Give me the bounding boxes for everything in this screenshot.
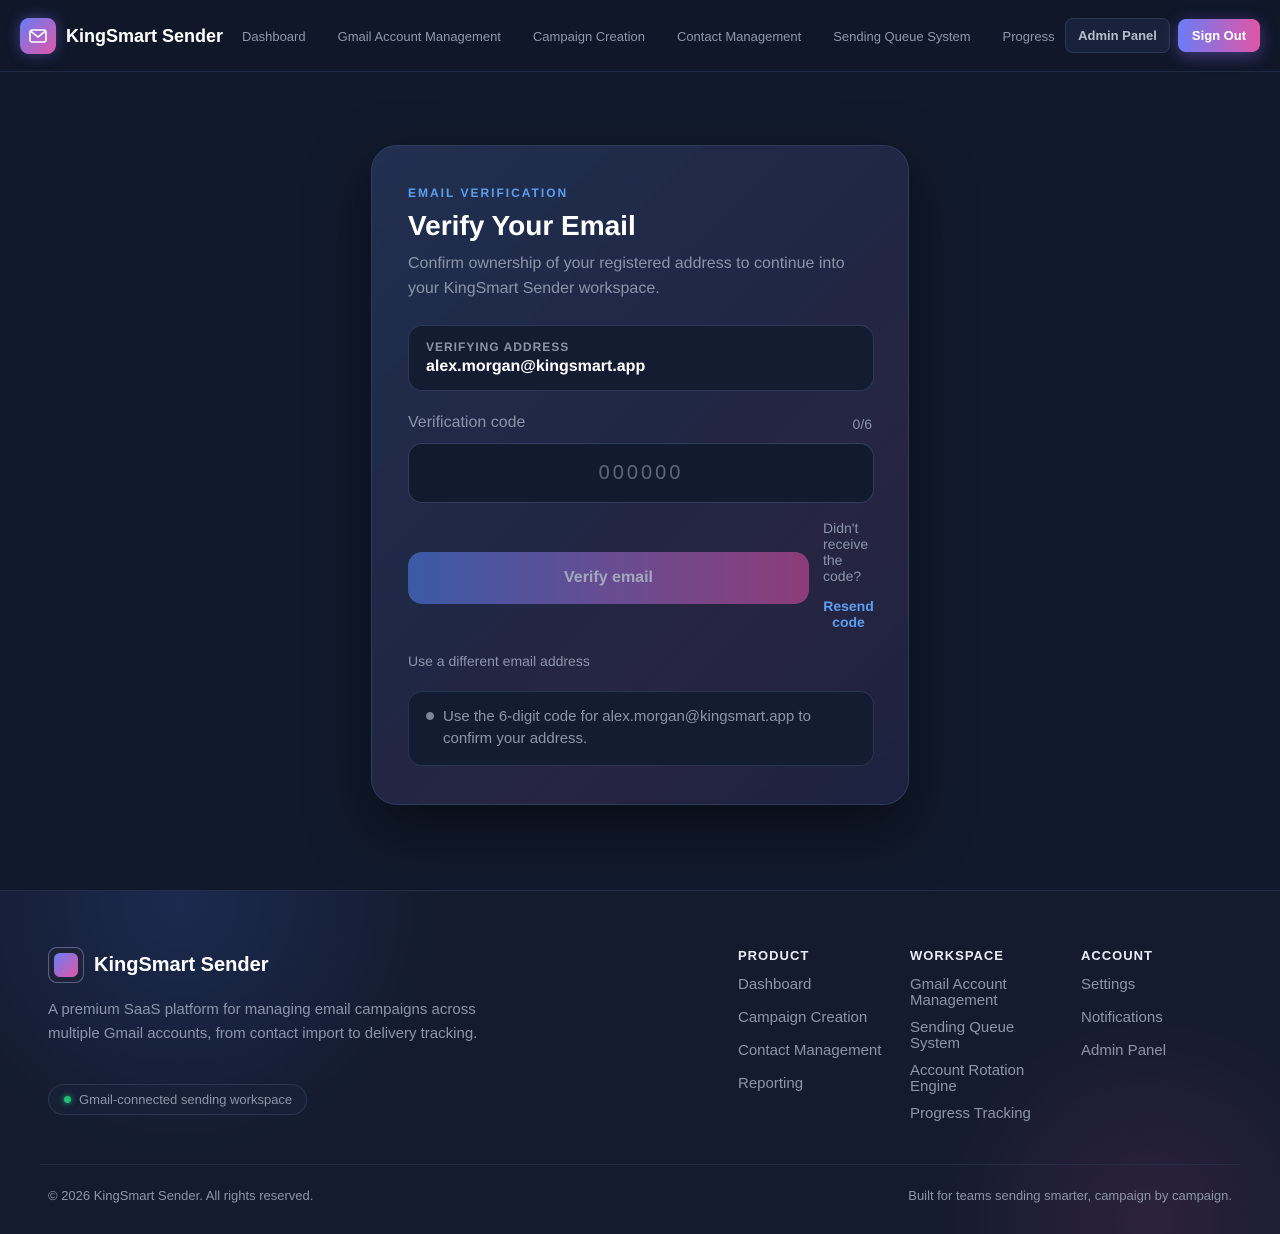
footer-tagline: Built for teams sending smarter, campaig… <box>908 1188 1232 1203</box>
footer-link-settings[interactable]: Settings <box>1081 977 1135 993</box>
page-subtitle: Confirm ownership of your registered add… <box>408 255 845 297</box>
footer-column-title: ACCOUNT <box>1081 948 1153 963</box>
status-badge-text: Gmail-connected sending workspace <box>79 1092 293 1107</box>
eyebrow-label: EMAIL VERIFICATION <box>408 186 569 200</box>
footer-link-rotation-engine[interactable]: Account Rotation Engine <box>910 1063 1040 1095</box>
footer-link-admin-panel[interactable]: Admin Panel <box>1081 1043 1166 1059</box>
code-char-count: 0/6 <box>852 416 872 432</box>
verification-code-label: Verification code <box>408 414 526 431</box>
footer-link-notifications[interactable]: Notifications <box>1081 1010 1163 1026</box>
verifying-address-value: alex.morgan@kingsmart.app <box>426 358 646 375</box>
footer-link-gmail-accounts[interactable]: Gmail Account Management <box>910 977 1040 1009</box>
footer-divider <box>40 1164 1240 1165</box>
footer-link-campaign-creation[interactable]: Campaign Creation <box>738 1010 867 1026</box>
nav-link-dashboard[interactable]: Dashboard <box>226 29 322 44</box>
footer-column-product: PRODUCT Dashboard Campaign Creation Cont… <box>738 948 898 1092</box>
info-notice-text: Use the 6-digit code for alex.morgan@kin… <box>443 708 811 747</box>
resend-block: Didn't receive the code? Resend code <box>823 520 874 630</box>
footer-link-dashboard[interactable]: Dashboard <box>738 977 811 993</box>
verify-email-button[interactable]: Verify email <box>408 552 809 604</box>
footer-link-contact-management[interactable]: Contact Management <box>738 1043 881 1059</box>
footer-link-progress-tracking[interactable]: Progress Tracking <box>910 1106 1031 1122</box>
copyright-text: © 2026 KingSmart Sender. All rights rese… <box>48 1188 314 1203</box>
nav-link-gmail-accounts[interactable]: Gmail Account Management <box>322 29 517 44</box>
info-notice: Use the 6-digit code for alex.morgan@kin… <box>408 691 874 766</box>
status-badge: Gmail-connected sending workspace <box>48 1084 308 1115</box>
brand[interactable]: KingSmart Sender <box>20 18 223 54</box>
footer-column-workspace: WORKSPACE Gmail Account Management Sendi… <box>910 948 1050 1122</box>
nav-link-campaign-creation[interactable]: Campaign Creation <box>517 29 661 44</box>
footer-description: A premium SaaS platform for managing ema… <box>48 1001 478 1042</box>
nav-link-sending-queue[interactable]: Sending Queue System <box>817 29 986 44</box>
nav-link-progress[interactable]: Progress <box>987 29 1071 44</box>
footer-brand-name: KingSmart Sender <box>94 953 269 976</box>
brand-logo-gradient <box>54 953 78 977</box>
different-email-link[interactable]: Use a different email address <box>408 653 590 669</box>
resend-code-link[interactable]: Resend code <box>823 598 874 630</box>
verification-code-input[interactable] <box>408 443 874 503</box>
verify-email-card: EMAIL VERIFICATION Verify Your Email Con… <box>371 145 909 805</box>
verifying-address-box: VERIFYING ADDRESS alex.morgan@kingsmart.… <box>408 325 874 391</box>
brand-logo-icon <box>48 947 84 983</box>
bullet-dot-icon <box>426 712 434 720</box>
footer-brand[interactable]: KingSmart Sender <box>48 947 268 983</box>
sign-out-button[interactable]: Sign Out <box>1178 19 1260 52</box>
resend-question: Didn't receive the code? <box>823 520 869 584</box>
verifying-address-label: VERIFYING ADDRESS <box>426 340 570 354</box>
page-title: Verify Your Email <box>408 210 636 241</box>
nav-link-contact-management[interactable]: Contact Management <box>661 29 817 44</box>
footer-column-account: ACCOUNT Settings Notifications Admin Pan… <box>1081 948 1231 1059</box>
footer-column-title: PRODUCT <box>738 948 810 963</box>
brand-name: KingSmart Sender <box>66 25 224 46</box>
footer-link-reporting[interactable]: Reporting <box>738 1076 803 1092</box>
admin-panel-button[interactable]: Admin Panel <box>1065 18 1170 53</box>
mail-icon <box>20 18 56 54</box>
nav-links: Dashboard Gmail Account Management Campa… <box>226 0 1071 72</box>
footer-link-sending-queue[interactable]: Sending Queue System <box>910 1020 1040 1052</box>
footer-column-title: WORKSPACE <box>910 948 1004 963</box>
top-navbar: KingSmart Sender Dashboard Gmail Account… <box>0 0 1280 72</box>
status-dot-icon <box>64 1096 71 1103</box>
site-footer: KingSmart Sender A premium SaaS platform… <box>0 890 1280 1234</box>
